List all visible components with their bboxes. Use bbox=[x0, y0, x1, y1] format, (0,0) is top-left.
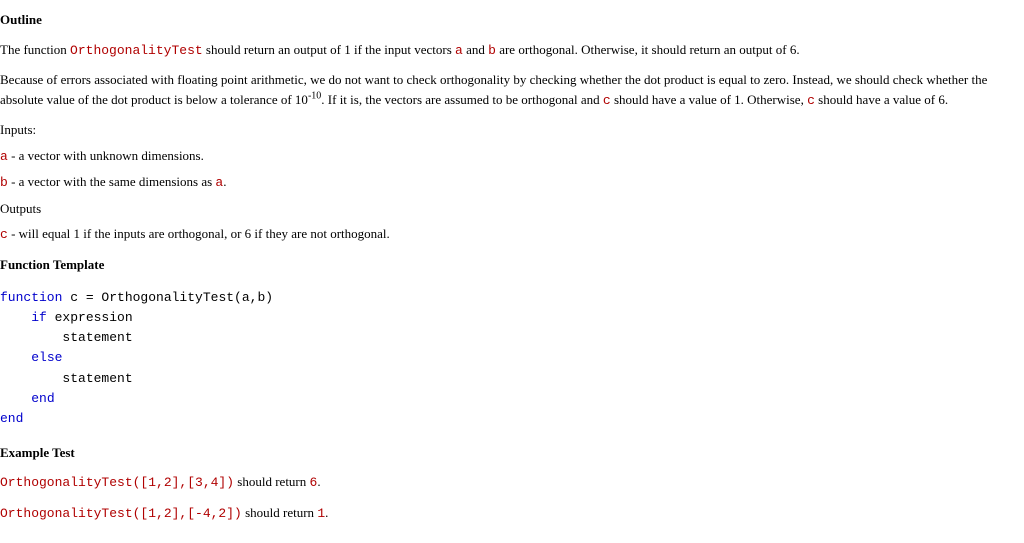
exponent: -10 bbox=[308, 90, 321, 101]
intro-paragraph-1: The function OrthogonalityTest should re… bbox=[0, 40, 1022, 61]
heading-outline: Outline bbox=[0, 10, 1022, 30]
example-2-line: OrthogonalityTest([1,2],[-4,2]) should r… bbox=[0, 503, 1022, 524]
intro-paragraph-2: Because of errors associated with floati… bbox=[0, 70, 1022, 110]
code-var-a: a bbox=[455, 43, 463, 58]
text: - a vector with the same dimensions as bbox=[8, 174, 216, 189]
heading-example-test: Example Test bbox=[0, 443, 1022, 463]
example-1-line: OrthogonalityTest([1,2],[3,4]) should re… bbox=[0, 472, 1022, 493]
code-keyword: end bbox=[31, 391, 54, 406]
text: and bbox=[463, 42, 488, 57]
code-return: 1 bbox=[317, 506, 325, 521]
text: . If it is, the vectors are assumed to b… bbox=[321, 92, 603, 107]
text: The function bbox=[0, 42, 70, 57]
heading-inputs: Inputs: bbox=[0, 120, 1022, 140]
text: . bbox=[223, 174, 226, 189]
code-keyword: end bbox=[0, 411, 23, 426]
input-b-line: b - a vector with the same dimensions as… bbox=[0, 172, 1022, 193]
heading-outputs: Outputs bbox=[0, 199, 1022, 219]
heading-function-template: Function Template bbox=[0, 255, 1022, 275]
text: . bbox=[317, 474, 320, 489]
input-a-line: a - a vector with unknown dimensions. bbox=[0, 146, 1022, 167]
text: . bbox=[325, 505, 328, 520]
code-var-a: a bbox=[0, 149, 8, 164]
code-var-b: b bbox=[0, 175, 8, 190]
text: - a vector with unknown dimensions. bbox=[8, 148, 204, 163]
text: - will equal 1 if the inputs are orthogo… bbox=[8, 226, 390, 241]
code-var-b: b bbox=[488, 43, 496, 58]
output-c-line: c - will equal 1 if the inputs are ortho… bbox=[0, 224, 1022, 245]
code-text: statement bbox=[62, 330, 132, 345]
code-text: expression bbox=[55, 310, 133, 325]
text: are orthogonal. Otherwise, it should ret… bbox=[496, 42, 800, 57]
code-var-c: c bbox=[807, 93, 815, 108]
document-page: Outline The function OrthogonalityTest s… bbox=[0, 10, 1024, 543]
text: should have a value of 1. Otherwise, bbox=[611, 92, 807, 107]
code-template-block: function c = OrthogonalityTest(a,b) if e… bbox=[0, 288, 1022, 429]
text: should have a value of 6. bbox=[815, 92, 948, 107]
code-var-c: c bbox=[603, 93, 611, 108]
code-text: statement bbox=[62, 371, 132, 386]
code-var-c: c bbox=[0, 227, 8, 242]
text: should return bbox=[242, 505, 317, 520]
code-keyword: function bbox=[0, 290, 70, 305]
code-keyword: if bbox=[31, 310, 54, 325]
text: should return bbox=[234, 474, 309, 489]
code-text: c = OrthogonalityTest(a,b) bbox=[70, 290, 273, 305]
code-fn-name: OrthogonalityTest bbox=[70, 43, 203, 58]
text: should return an output of 1 if the inpu… bbox=[203, 42, 455, 57]
code-keyword: else bbox=[31, 350, 62, 365]
code-call: OrthogonalityTest([1,2],[3,4]) bbox=[0, 475, 234, 490]
code-call: OrthogonalityTest([1,2],[-4,2]) bbox=[0, 506, 242, 521]
